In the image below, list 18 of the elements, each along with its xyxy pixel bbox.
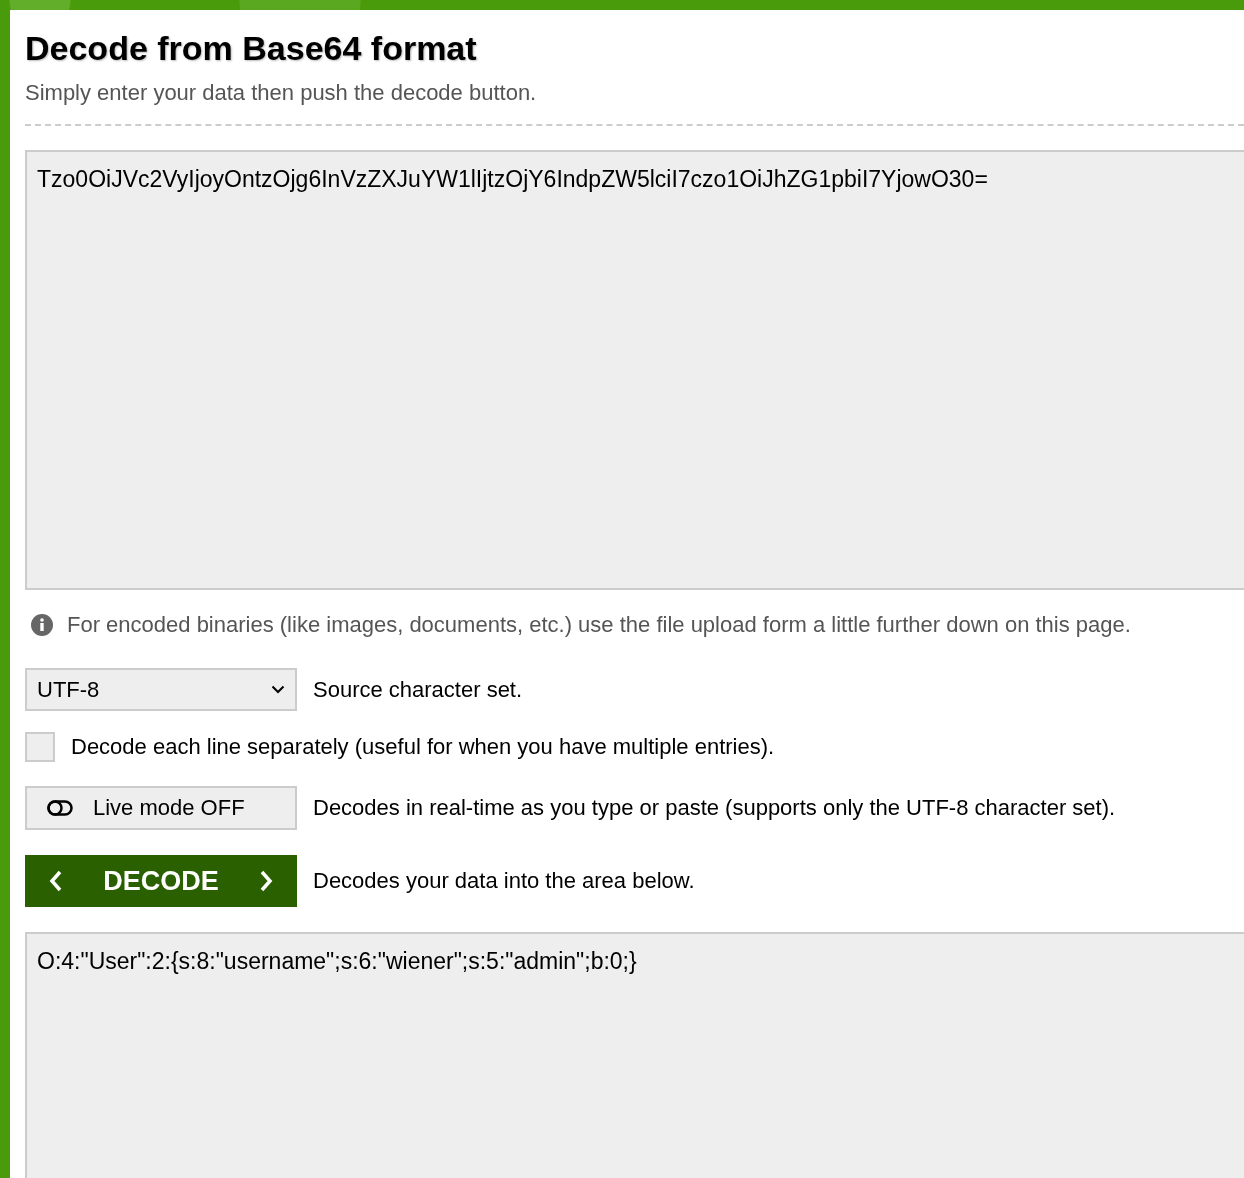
page-subtitle: Simply enter your data then push the decode button.	[25, 80, 538, 106]
checkbox[interactable]	[25, 732, 55, 762]
page-title: Decode from Base64 format	[25, 30, 478, 66]
decode-button[interactable]: DECODE	[25, 855, 297, 907]
decode-description: Decodes your data into the area below.	[313, 868, 695, 894]
info-text: For encoded binaries (like images, documents, etc.) use the file upload form a little further down on this page.	[67, 612, 1131, 638]
live-mode-toggle[interactable]: Live mode OFF	[25, 786, 297, 830]
chevron-down-icon	[271, 685, 285, 694]
chevron-right-icon	[259, 870, 273, 892]
live-mode-description: Decodes in real-time as you type or paste (supports only the UTF-8 character set).	[313, 795, 1116, 821]
charset-select[interactable]: UTF-8	[25, 668, 297, 711]
info-icon	[31, 614, 53, 636]
toggle-icon	[47, 800, 73, 816]
chevron-left-icon	[49, 870, 63, 892]
charset-description: Source character set.	[313, 676, 523, 703]
input-field[interactable]: Tzo0OiJVc2VyIjoyOntzOjg6InVzZXJuYW1lIjtzOjY6IndpZW5lciI7czo1OiJhZG1pbiI7YjowO30=	[25, 150, 1244, 590]
checkbox-label: Decode each line separately (useful for when you have multiple entries).	[71, 734, 775, 760]
output-field[interactable]: O:4:"User":2:{s:8:"username";s:6:"wiener";s:5:"admin";b:0;}	[25, 932, 1244, 1178]
